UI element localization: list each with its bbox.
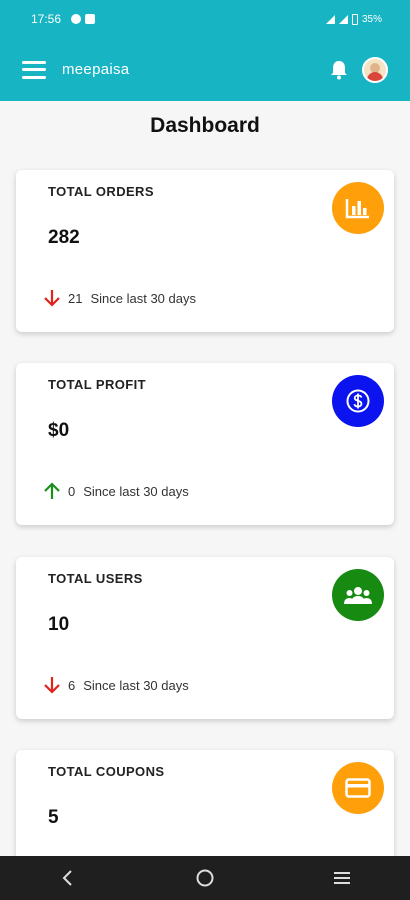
total-orders-card[interactable]: TOTAL ORDERS 282 21 Since last 30 days — [16, 170, 394, 332]
card-trend: 21 Since last 30 days — [42, 288, 196, 308]
users-icon — [332, 569, 384, 621]
arrow-up-icon — [44, 482, 60, 499]
battery-icon — [351, 13, 358, 25]
trend-change: 21 — [68, 290, 83, 306]
coupon-card-icon — [332, 762, 384, 814]
status-time: 17:56 — [31, 12, 62, 26]
notification-app-icon — [71, 14, 82, 24]
status-indicators: 35% — [325, 13, 382, 25]
page-title: Dashboard — [150, 114, 260, 137]
avatar[interactable] — [362, 56, 388, 83]
card-trend: 0 Since last 30 days — [42, 481, 189, 501]
dollar-icon — [332, 375, 384, 427]
app-title: meepaisa — [62, 61, 130, 78]
recent-apps-icon[interactable] — [312, 856, 372, 900]
card-title: TOTAL ORDERS — [48, 184, 154, 199]
card-title: TOTAL PROFIT — [48, 377, 146, 392]
card-value: $0 — [48, 420, 70, 441]
card-value: 282 — [48, 227, 80, 248]
total-profit-card[interactable]: TOTAL PROFIT $0 0 Since last 30 days — [16, 363, 394, 525]
trend-caption: Since last 30 days — [90, 290, 196, 306]
battery-percent: 35% — [361, 13, 382, 25]
arrow-down-icon — [44, 290, 60, 307]
trend-caption: Since last 30 days — [83, 677, 189, 693]
arrow-down-icon — [44, 677, 60, 694]
card-value: 10 — [48, 614, 70, 635]
card-value: 5 — [48, 807, 59, 828]
total-users-card[interactable]: TOTAL USERS 10 6 Since last 30 days — [16, 557, 394, 719]
menu-icon[interactable] — [22, 60, 46, 79]
notification-message-icon — [85, 14, 96, 24]
trend-change: 6 — [68, 677, 76, 693]
back-icon[interactable] — [38, 856, 98, 900]
trend-change: 0 — [68, 483, 76, 499]
status-bar: 17:56 35% — [0, 0, 410, 38]
bell-icon[interactable] — [330, 60, 348, 80]
app-bar: meepaisa — [0, 38, 410, 101]
system-nav-bar — [0, 856, 410, 900]
signal-icon — [338, 14, 348, 24]
bar-chart-icon — [332, 182, 384, 234]
card-title: TOTAL COUPONS — [48, 764, 165, 779]
card-trend: 6 Since last 30 days — [42, 675, 189, 695]
trend-caption: Since last 30 days — [83, 483, 189, 499]
signal-icon — [325, 14, 335, 24]
card-title: TOTAL USERS — [48, 571, 143, 586]
home-icon[interactable] — [175, 856, 235, 900]
